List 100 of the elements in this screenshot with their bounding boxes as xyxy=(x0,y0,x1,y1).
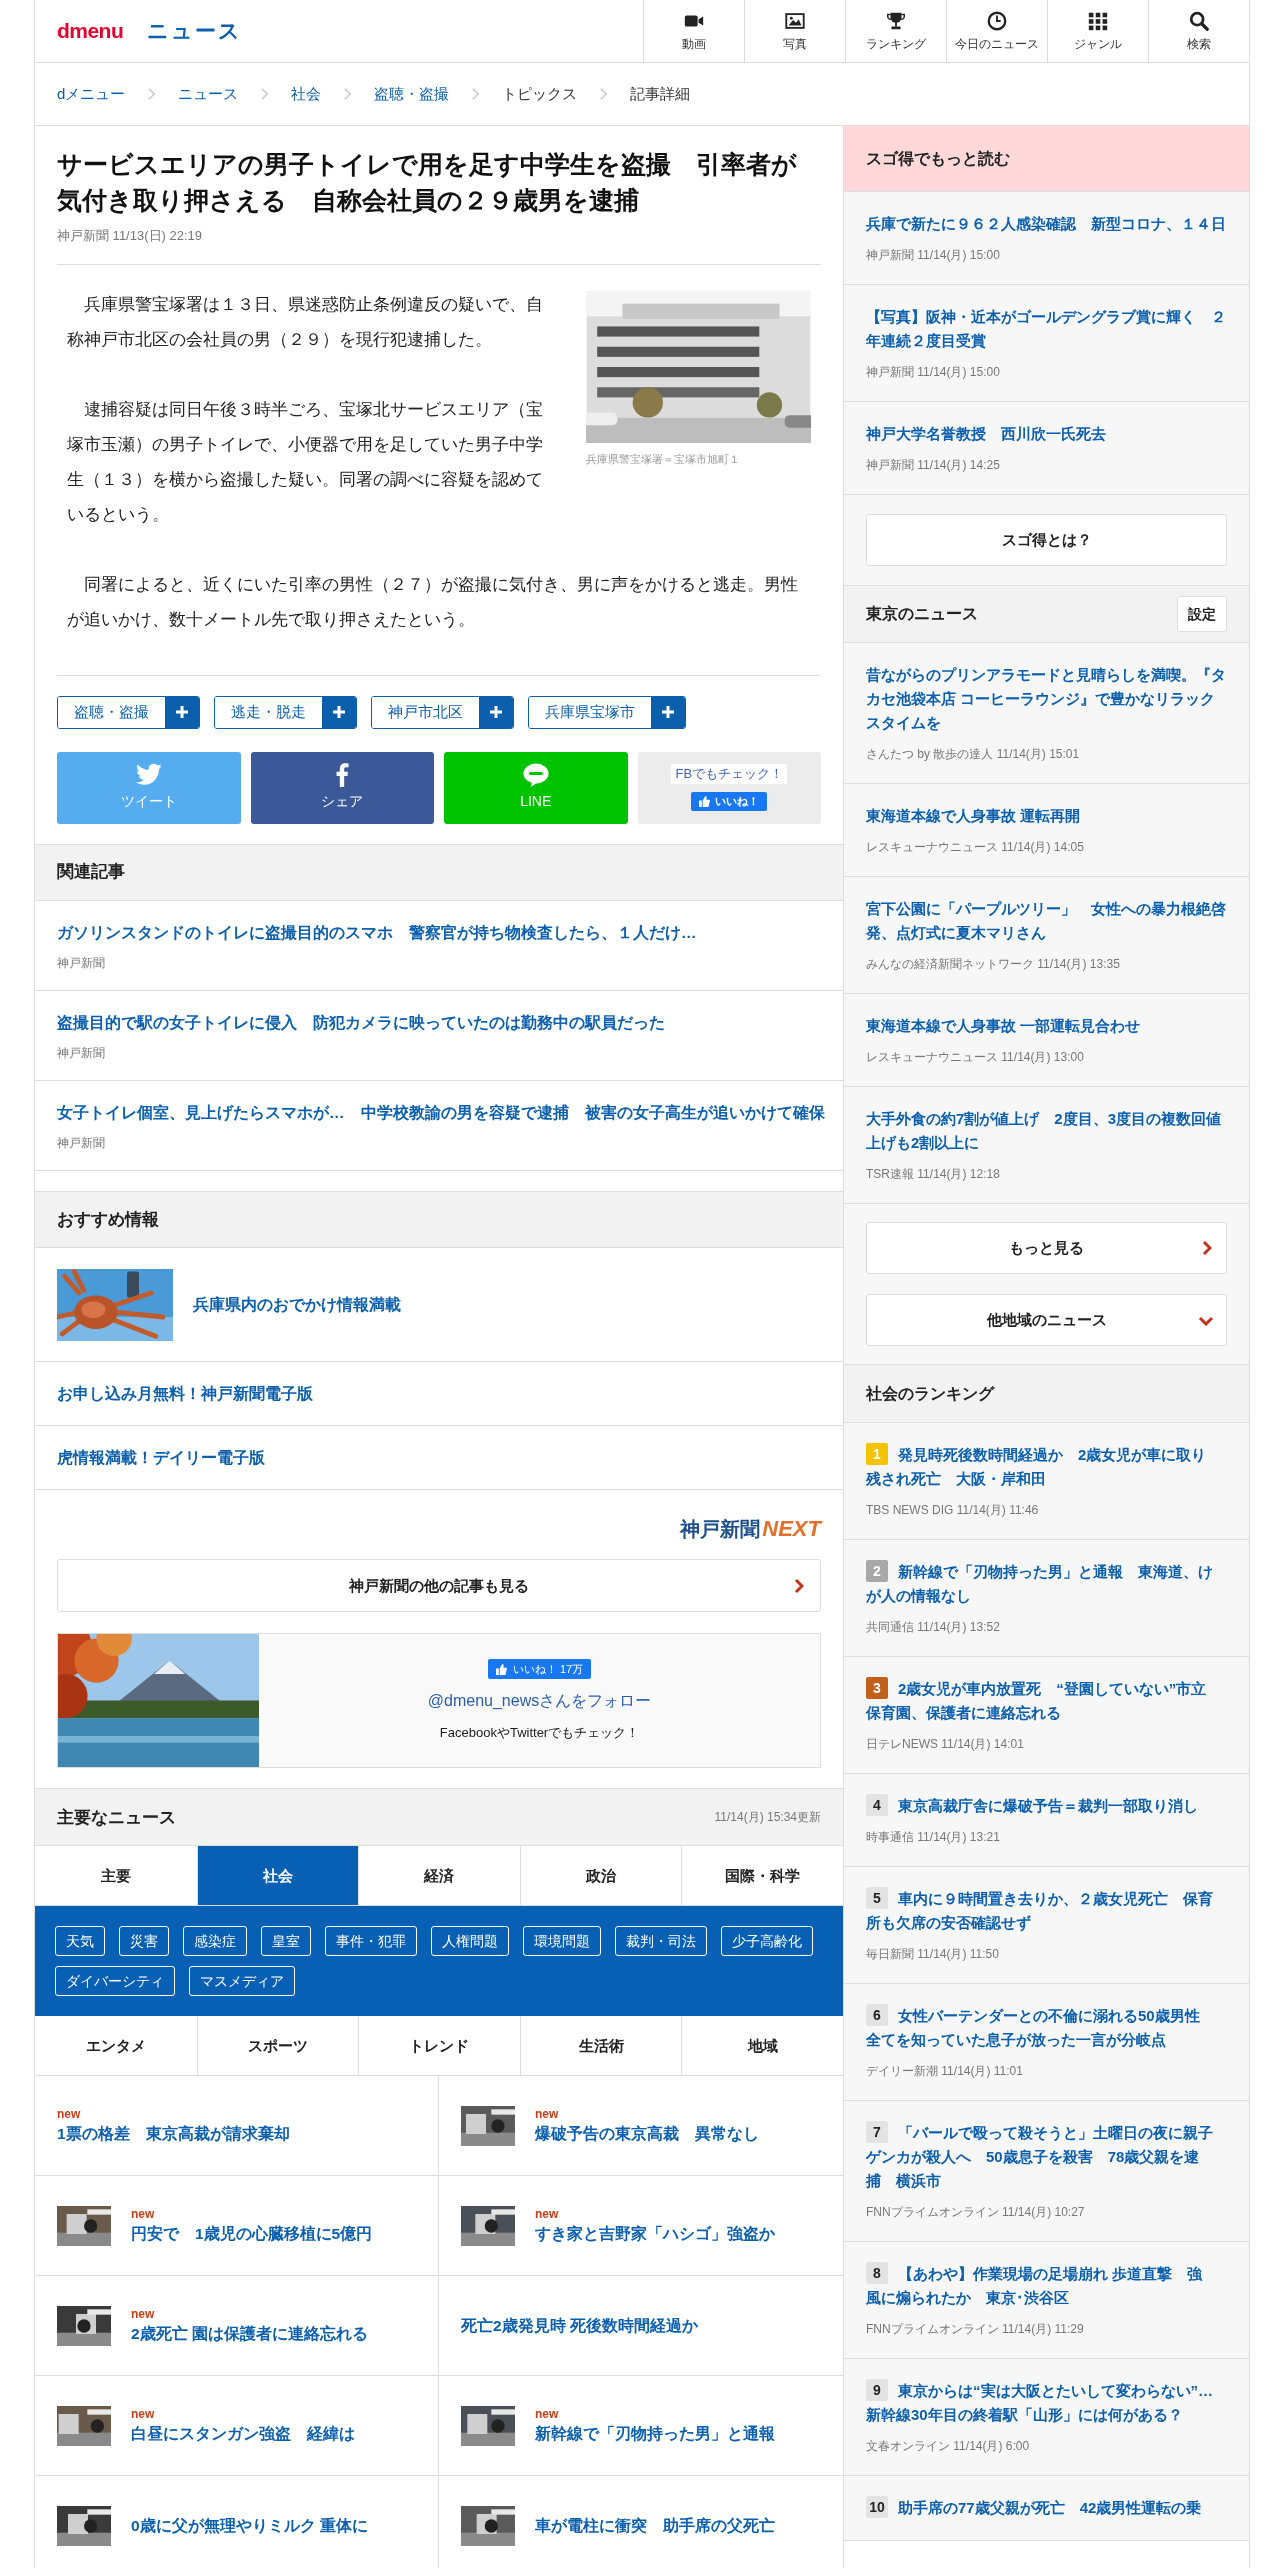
tag-link[interactable]: 兵庫県宝塚市 xyxy=(528,695,686,729)
share-button[interactable]: シェア xyxy=(250,751,434,824)
new-label: new xyxy=(57,2106,82,2123)
nav-button[interactable]: 写真 xyxy=(744,0,845,62)
section-header: 東京のニュース 設定 xyxy=(844,585,1249,643)
article-paragraph: 同署によると、近くにいた引率の男性（２７）が盗撮に気付き、男に声をかけると逃走。男性が追いかけ、数十メートル先で取り押さえたという。 xyxy=(67,573,799,630)
topic-link[interactable]: 裁判・司法 xyxy=(615,1926,707,1957)
topic-link[interactable]: 天気 xyxy=(55,1926,105,1957)
nav-button[interactable]: 今日のニュース xyxy=(946,0,1047,62)
topic-link[interactable]: マスメディア xyxy=(189,1966,295,1997)
news-link[interactable]: 【写真】阪神・近本がゴールデングラブ賞に輝く ２年連続２度目受賞 xyxy=(866,305,1227,353)
chevron-icon xyxy=(260,87,270,101)
rank-badge: 10 xyxy=(866,2496,888,2518)
related-article-link[interactable]: ガソリンスタンドのトイレに盗撮目的のスマホ 警察官が持ち物検査したら、１人だけ… xyxy=(57,920,821,944)
topic-link[interactable]: 事件・犯罪 xyxy=(325,1926,417,1957)
news-link[interactable]: 大手外食の約7割が値上げ 2度目、3度目の複数回値上げも2割以上に xyxy=(866,1107,1227,1155)
topic-link[interactable]: 皇室 xyxy=(261,1926,311,1957)
article-meta: 神戸新聞 11/13(日) 22:19 xyxy=(57,226,821,265)
breadcrumb-link[interactable]: 社会 xyxy=(291,82,322,106)
topic-link[interactable]: 環境問題 xyxy=(523,1926,601,1957)
ranking-link[interactable]: 3 2歳女児が車内放置死 “登園していない”市立保育園、保護者に連絡忘れる xyxy=(866,1677,1213,1725)
chevron-icon xyxy=(471,87,481,101)
other-regions-button[interactable]: 他地域のニュース xyxy=(866,1294,1227,1346)
recommended-link[interactable]: 虎情報満載！デイリー電子版 xyxy=(57,1446,265,1470)
ranking-link[interactable]: 9 東京からは“実は大阪とたいして変わらない”…新幹線30年目の終着駅「山形」には何がある？ xyxy=(866,2379,1213,2427)
newspaper-logo[interactable]: 神戸新聞NEXT xyxy=(57,1512,821,1546)
article-source: 神戸新聞 xyxy=(57,1045,106,1062)
tag-link[interactable]: 逃走・脱走 xyxy=(214,695,357,729)
recommended-link[interactable]: 兵庫県内のおでかけ情報満載 xyxy=(193,1293,401,1317)
news-link[interactable]: 兵庫で新たに９６２人感染確認 新型コロナ、１４日 xyxy=(866,212,1227,236)
chevron-icon xyxy=(599,87,609,101)
like-button[interactable]: いいね！ xyxy=(691,791,768,811)
breadcrumb-link[interactable]: ニュース xyxy=(178,82,239,106)
topic-link[interactable]: ダイバーシティ xyxy=(55,1966,175,1997)
section-title[interactable]: ニュース xyxy=(147,15,243,47)
chevron-icon xyxy=(343,87,353,101)
news-link[interactable]: 死亡2歳発見時 死後数時間経過か xyxy=(461,2314,698,2338)
nav-button[interactable]: 動画 xyxy=(643,0,744,62)
settings-button[interactable]: 設定 xyxy=(1177,596,1227,632)
topic-link[interactable]: 少子高齢化 xyxy=(721,1926,813,1957)
news-meta: みんなの経済新聞ネットワーク 11/14(月) 13:35 xyxy=(866,956,1121,973)
ranking-link[interactable]: 10 助手席の77歳父親が死亡 42歳男性運転の乗 xyxy=(866,2496,1213,2520)
section-header: 関連記事 xyxy=(35,843,843,901)
new-label: new xyxy=(131,2406,156,2423)
related-article-link[interactable]: 盗撮目的で駅の女子トイレに侵入 防犯カメラに映っていたのは勤務中の駅員だった xyxy=(57,1010,821,1034)
news-link[interactable]: 2歳死亡 園は保護者に連絡忘れる xyxy=(131,2322,368,2346)
news-meta: レスキューナウニュース 11/14(月) 13:00 xyxy=(866,1049,1085,1066)
news-link[interactable]: 爆破予告の東京高裁 異常なし xyxy=(535,2122,759,2146)
news-link[interactable]: 昔ながらのプリンアラモードと見晴らしを満喫。『タカセ池袋本店 コーヒーラウンジ』で豊かなリラックスタイムを xyxy=(866,663,1227,735)
topic-link[interactable]: 感染症 xyxy=(183,1926,247,1957)
news-link[interactable]: すき家と吉野家「ハシゴ」強盗か xyxy=(535,2222,775,2246)
more-button[interactable]: もっと見る xyxy=(866,1222,1227,1274)
ranking-link[interactable]: 8 【あわや】作業現場の足場崩れ 歩道直撃 強風に煽られたか 東京･渋谷区 xyxy=(866,2262,1213,2310)
rank-badge: 7 xyxy=(866,2121,888,2143)
tag-link[interactable]: 盗聴・盗撮 xyxy=(57,695,200,729)
nav-button[interactable]: ランキング xyxy=(845,0,946,62)
topic-link[interactable]: 災害 xyxy=(119,1926,169,1957)
ranking-link[interactable]: 6 女性バーテンダーとの不倫に溺れる50歳男性全てを知っていた息子が放った一言が分岐点 xyxy=(866,2004,1213,2052)
news-link[interactable]: 神戸大学名誉教授 西川欣一氏死去 xyxy=(866,422,1227,446)
news-link[interactable]: 0歳に父が無理やりミルク 重体に xyxy=(131,2514,368,2538)
dmenu-logo[interactable]: dmenu xyxy=(57,15,124,47)
rank-badge: 5 xyxy=(866,1887,888,1909)
plus-icon xyxy=(332,705,346,719)
tag-link[interactable]: 神戸市北区 xyxy=(371,695,514,729)
breadcrumb-link[interactable]: dメニュー xyxy=(57,82,126,106)
breadcrumb-link[interactable]: 盗聴・盗撮 xyxy=(374,82,450,106)
ranking-link[interactable]: 1 発見時死後数時間経過か 2歳女児が車に取り残され死亡 大阪・岸和田 xyxy=(866,1443,1213,1491)
news-link[interactable]: 新幹線で「刃物持った男」と通報 xyxy=(535,2422,775,2446)
ranking-link[interactable]: 5 車内に９時間置き去りか、２歳女児死亡 保育所も欠席の安否確認せず xyxy=(866,1887,1213,1935)
news-meta: TSR速報 11/14(月) 12:18 xyxy=(866,1166,1001,1183)
topic-link[interactable]: 人権問題 xyxy=(431,1926,509,1957)
ranking-link[interactable]: 2 新幹線で「刃物持った男」と通報 東海道、けが人の情報なし xyxy=(866,1560,1213,1608)
news-tab[interactable]: 社会 xyxy=(196,1846,359,1906)
news-link[interactable]: 東海道本線で人身事故 一部運転見合わせ xyxy=(866,1014,1227,1038)
news-link[interactable]: 白昼にスタンガン強盗 経緯は xyxy=(131,2422,355,2446)
ranking-link[interactable]: 7 「バールで殴って殺そうと」土曜日の夜に親子ゲンカが殺人へ 50歳息子を殺害 78歳父親を逮捕 横浜市 xyxy=(866,2121,1213,2193)
news-meta: 文春オンライン 11/14(月) 6:00 xyxy=(866,2438,1031,2455)
news-link[interactable]: 車が電柱に衝突 助手席の父死亡 xyxy=(535,2514,775,2538)
rank-badge: 6 xyxy=(866,2004,888,2026)
more-articles-button[interactable]: 神戸新聞の他の記事も見る xyxy=(57,1559,821,1613)
about-button[interactable]: スゴ得とは？ xyxy=(866,514,1227,566)
rank-badge: 9 xyxy=(866,2379,888,2401)
ranking-link[interactable]: 4 東京高裁庁舎に爆破予告＝裁判一部取り消し xyxy=(866,1794,1213,1818)
thumbs-up-icon xyxy=(495,1663,507,1675)
nav-button[interactable]: 検索 xyxy=(1148,0,1249,62)
news-link[interactable]: 宮下公園に「パープルツリー」 女性への暴力根絶啓発、点灯式に夏木マリさん xyxy=(866,897,1227,945)
recommended-link[interactable]: お申し込み月無料！神戸新聞電子版 xyxy=(57,1382,313,1406)
news-link[interactable]: 1票の格差 東京高裁が請求棄却 xyxy=(57,2122,290,2146)
news-link[interactable]: 円安で 1歳児の心臓移植に5億円 xyxy=(131,2222,373,2246)
section-header: 主要なニュース 11/14(月) 15:34更新 xyxy=(35,1788,843,1847)
news-meta: FNNプライムオンライン 11/14(月) 11:29 xyxy=(866,2321,1085,2338)
new-label: new xyxy=(535,2206,560,2223)
nav-button[interactable]: ジャンル xyxy=(1047,0,1148,62)
news-meta: TBS NEWS DIG 11/14(月) 11:46 xyxy=(866,1502,1040,1519)
like-button[interactable]: いいね！ 17万 xyxy=(487,1659,592,1679)
new-label: new xyxy=(535,2406,560,2423)
news-meta: さんたつ by 散歩の達人 11/14(月) 15:01 xyxy=(866,746,1081,763)
follow-link[interactable]: @dmenu_newsさんをフォロー xyxy=(427,1689,652,1713)
bird-icon xyxy=(134,763,163,787)
news-link[interactable]: 東海道本線で人身事故 運転再開 xyxy=(866,804,1227,828)
